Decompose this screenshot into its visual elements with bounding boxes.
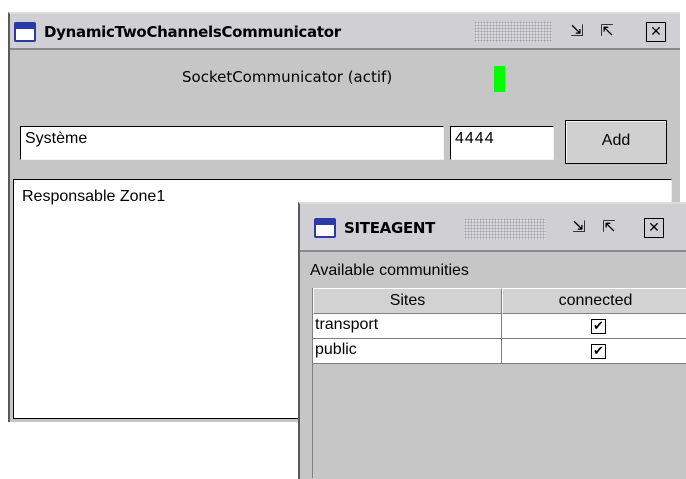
column-divider: [501, 314, 502, 338]
titlebar-grip: [474, 21, 552, 43]
communities-table[interactable]: Sites connected transport ✔ public ✔: [312, 288, 686, 478]
port-field[interactable]: 4444: [450, 126, 554, 160]
section-label: Available communities: [310, 262, 469, 279]
window-icon: [14, 22, 36, 42]
main-window-title: DynamicTwoChannelsCommunicator: [44, 23, 341, 41]
column-header-sites[interactable]: Sites: [313, 288, 502, 314]
minimize-icon[interactable]: ⇲: [568, 216, 590, 238]
maximize-icon[interactable]: ⇱: [598, 216, 620, 238]
connected-checkbox[interactable]: ✔: [591, 344, 606, 359]
minimize-icon[interactable]: ⇲: [566, 20, 588, 42]
siteagent-title: SITEAGENT: [344, 219, 436, 237]
log-text: Responsable Zone1: [22, 188, 166, 205]
status-row: SocketCommunicator (actif): [10, 66, 680, 92]
maximize-icon[interactable]: ⇱: [596, 20, 618, 42]
site-name-cell: transport: [315, 316, 379, 333]
column-divider: [501, 339, 502, 363]
close-icon[interactable]: ✕: [644, 218, 664, 238]
titlebar-grip: [464, 218, 546, 240]
table-row[interactable]: transport ✔: [313, 314, 686, 339]
window-icon: [314, 218, 336, 238]
site-name-cell: public: [315, 341, 357, 358]
status-label: SocketCommunicator (actif): [182, 68, 393, 86]
add-button[interactable]: Add: [565, 120, 667, 164]
connected-checkbox[interactable]: ✔: [591, 319, 606, 334]
siteagent-titlebar[interactable]: SITEAGENT ⇲ ⇱ ✕: [300, 204, 686, 252]
siteagent-window: SITEAGENT ⇲ ⇱ ✕ Available communities Si…: [298, 202, 686, 479]
status-indicator: [494, 66, 505, 92]
close-icon[interactable]: ✕: [646, 22, 666, 42]
table-row[interactable]: public ✔: [313, 339, 686, 364]
main-window-titlebar[interactable]: DynamicTwoChannelsCommunicator ⇲ ⇱ ✕: [10, 14, 680, 50]
system-name-field[interactable]: Système: [20, 126, 444, 160]
column-header-connected[interactable]: connected: [502, 288, 686, 314]
